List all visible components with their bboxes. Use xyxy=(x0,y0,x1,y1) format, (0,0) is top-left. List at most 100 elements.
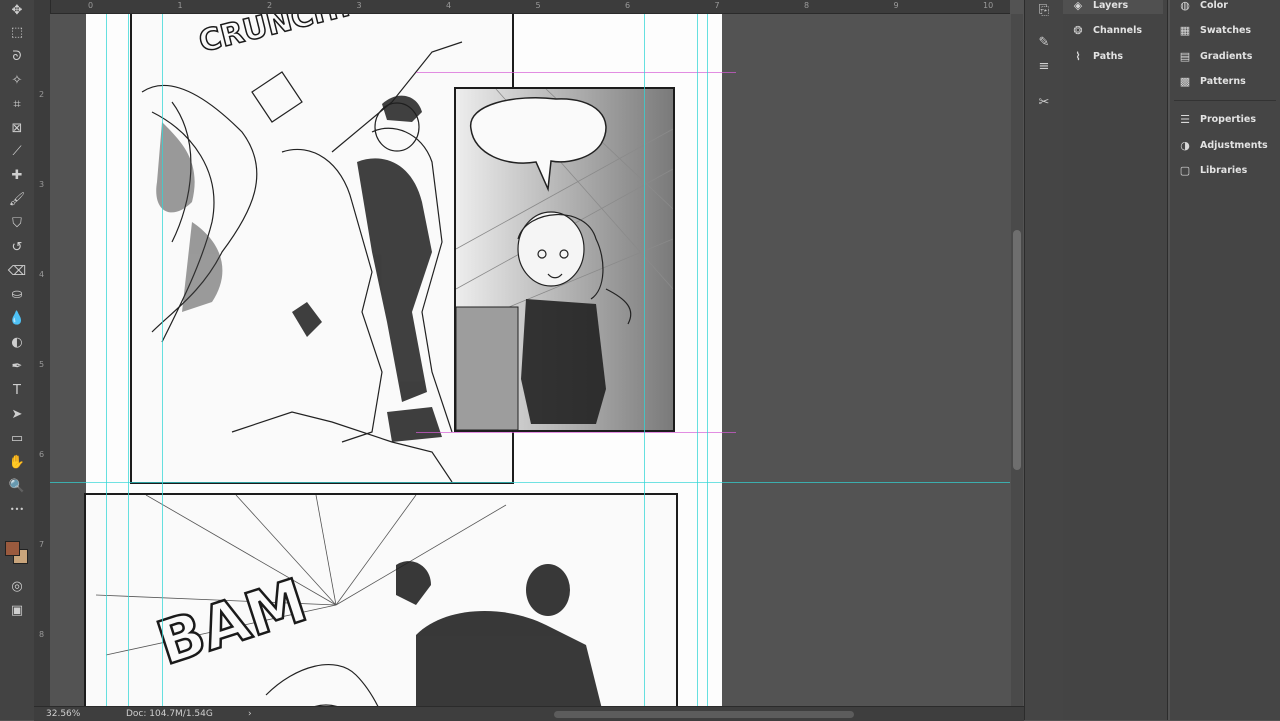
type-tool-icon[interactable]: T xyxy=(7,380,27,400)
panel-tab-channels[interactable]: ❂ Channels xyxy=(1071,21,1142,39)
history-panel-icon[interactable]: ⎘ xyxy=(1034,0,1054,20)
guide-horizontal[interactable] xyxy=(50,482,1010,483)
guide-vertical[interactable] xyxy=(128,14,129,706)
panel-tab-color[interactable]: ◍ Color xyxy=(1178,0,1228,14)
libraries-icon: ▢ xyxy=(1179,163,1191,177)
properties-icon: ☰ xyxy=(1180,112,1190,126)
ruler-tick-label: 4 xyxy=(446,1,452,10)
zoom-tool-icon[interactable]: 🔍 xyxy=(7,476,27,496)
slice-guide xyxy=(416,72,736,73)
horizontal-scroll-thumb[interactable] xyxy=(554,711,854,718)
panel-tab-label: Swatches xyxy=(1200,24,1252,36)
guide-vertical[interactable] xyxy=(697,14,698,706)
ruler-tick-label: 4 xyxy=(39,270,45,279)
panel-tab-label: Color xyxy=(1200,0,1228,11)
screen-mode-icon[interactable]: ▣ xyxy=(7,600,27,620)
vertical-scroll-thumb[interactable] xyxy=(1013,230,1021,470)
doc-size[interactable]: Doc: 104.7M/1.54G xyxy=(126,709,213,719)
ruler-horizontal[interactable]: 0 1 2 3 4 5 6 7 8 9 10 xyxy=(50,0,1010,14)
ruler-tick-label: 2 xyxy=(39,90,45,99)
ruler-tick-label: 7 xyxy=(39,540,45,549)
status-bar: 32.56% Doc: 104.7M/1.54G › xyxy=(34,706,1024,721)
vertical-scrollbar[interactable] xyxy=(1011,14,1023,706)
panel-tab-swatches[interactable]: ▦ Swatches xyxy=(1178,21,1251,39)
ruler-tick-label: 8 xyxy=(39,630,45,639)
tools-panel: ✥ ⬚ ᘐ ✧ ⌗ ⊠ ⟋ ✚ 🖌 ⛉ ↺ ⌫ ⛀ 💧 ◐ ✒ T ➤ ▭ ✋ 🔍 ••• ◎ ▣ xyxy=(0,0,35,720)
color-icon: ◍ xyxy=(1180,0,1190,12)
brush-settings-icon[interactable]: ✎ xyxy=(1034,32,1054,52)
swatches-icon: ▦ xyxy=(1179,23,1191,37)
more-tools-icon[interactable]: ••• xyxy=(7,500,27,520)
tool-presets-icon[interactable]: ✂ xyxy=(1034,92,1054,112)
zoom-level[interactable]: 32.56% xyxy=(46,709,80,719)
panel-tab-label: Gradients xyxy=(1200,50,1253,62)
ruler-tick-label: 8 xyxy=(804,1,810,10)
girl-scene-illustration xyxy=(456,89,673,430)
move-tool-icon[interactable]: ✥ xyxy=(7,0,27,20)
panel-tab-adjustments[interactable]: ◑ Adjustments xyxy=(1178,136,1268,154)
ruler-tick-label: 6 xyxy=(625,1,631,10)
panel-tab-label: Paths xyxy=(1093,50,1124,62)
healing-brush-tool-icon[interactable]: ✚ xyxy=(7,165,27,185)
eraser-tool-icon[interactable]: ⌫ xyxy=(7,261,27,281)
guide-vertical[interactable] xyxy=(644,14,645,706)
paint-bucket-tool-icon[interactable]: ⛀ xyxy=(7,284,27,304)
panel-tab-paths[interactable]: ⌇ Paths xyxy=(1071,47,1123,65)
clone-stamp-tool-icon[interactable]: ⛉ xyxy=(7,213,27,233)
panel-tab-label: Adjustments xyxy=(1200,139,1268,151)
adjustments-icon: ◑ xyxy=(1180,138,1190,152)
paths-icon: ⌇ xyxy=(1075,49,1081,63)
rectangle-tool-icon[interactable]: ▭ xyxy=(7,428,27,448)
lasso-tool-icon[interactable]: ᘐ xyxy=(7,46,27,66)
comic-panel-punch: BAM xyxy=(84,493,678,706)
guide-vertical[interactable] xyxy=(707,14,708,706)
ruler-tick-label: 9 xyxy=(893,1,899,10)
panel-dock-strip: ⎘ ✎ ≡ ✂ xyxy=(1024,0,1064,720)
foreground-color-swatch[interactable] xyxy=(5,541,20,556)
panel-tab-label: Layers xyxy=(1093,0,1129,11)
crop-tool-icon[interactable]: ⌗ xyxy=(7,94,27,114)
blur-tool-icon[interactable]: 💧 xyxy=(7,308,27,328)
dodge-tool-icon[interactable]: ◐ xyxy=(7,332,27,352)
ruler-tick-label: 0 xyxy=(88,1,94,10)
panel-divider xyxy=(1174,100,1276,101)
ruler-tick-label: 10 xyxy=(983,1,994,10)
guide-vertical[interactable] xyxy=(162,14,163,706)
ruler-vertical[interactable]: 2 3 4 5 6 7 8 xyxy=(34,0,51,706)
panel-tab-patterns[interactable]: ▩ Patterns xyxy=(1178,72,1246,90)
quick-mask-icon[interactable]: ◎ xyxy=(7,576,27,596)
panel-tab-label: Properties xyxy=(1200,113,1256,125)
hand-tool-icon[interactable]: ✋ xyxy=(7,452,27,472)
panel-tab-label: Libraries xyxy=(1200,164,1248,176)
character-panel-icon[interactable]: ≡ xyxy=(1034,56,1054,76)
ruler-tick-label: 5 xyxy=(39,360,45,369)
channels-icon: ❂ xyxy=(1073,23,1083,37)
status-menu-arrow-icon[interactable]: › xyxy=(248,709,252,719)
brush-tool-icon[interactable]: 🖌 xyxy=(7,189,27,209)
eyedropper-tool-icon[interactable]: ⟋ xyxy=(7,141,27,161)
gradients-icon: ▤ xyxy=(1179,49,1191,63)
panel-tab-properties[interactable]: ☰ Properties xyxy=(1178,110,1256,128)
marquee-tool-icon[interactable]: ⬚ xyxy=(7,22,27,42)
pen-tool-icon[interactable]: ✒ xyxy=(7,356,27,376)
ruler-tick-label: 2 xyxy=(267,1,273,10)
history-brush-tool-icon[interactable]: ↺ xyxy=(7,237,27,257)
panel-tab-libraries[interactable]: ▢ Libraries xyxy=(1178,161,1247,179)
guide-vertical[interactable] xyxy=(106,14,107,706)
panel-tab-gradients[interactable]: ▤ Gradients xyxy=(1178,47,1253,65)
ruler-tick-label: 1 xyxy=(177,1,183,10)
magic-wand-tool-icon[interactable]: ✧ xyxy=(7,70,27,90)
panel-group-color: ◍ Color ▦ Swatches ▤ Gradients ▩ Patterns ☰ Prope… xyxy=(1170,0,1280,720)
sfx-bam: BAM xyxy=(149,566,315,680)
panel-tab-label: Patterns xyxy=(1200,75,1246,87)
path-selection-tool-icon[interactable]: ➤ xyxy=(7,404,27,424)
comic-panel-girl xyxy=(454,87,675,432)
ruler-tick-label: 7 xyxy=(714,1,720,10)
punch-scene-illustration: BAM xyxy=(95,495,602,706)
panel-group-layers: ◈ Layers ❂ Channels ⌇ Paths xyxy=(1063,0,1168,720)
frame-tool-icon[interactable]: ⊠ xyxy=(7,118,27,138)
panel-tab-layers[interactable]: ◈ Layers xyxy=(1071,0,1128,14)
document-canvas[interactable]: CRUNCH! BAM xyxy=(50,14,1010,706)
comic-page[interactable]: CRUNCH! BAM xyxy=(84,14,736,706)
ruler-tick-label: 3 xyxy=(39,180,45,189)
